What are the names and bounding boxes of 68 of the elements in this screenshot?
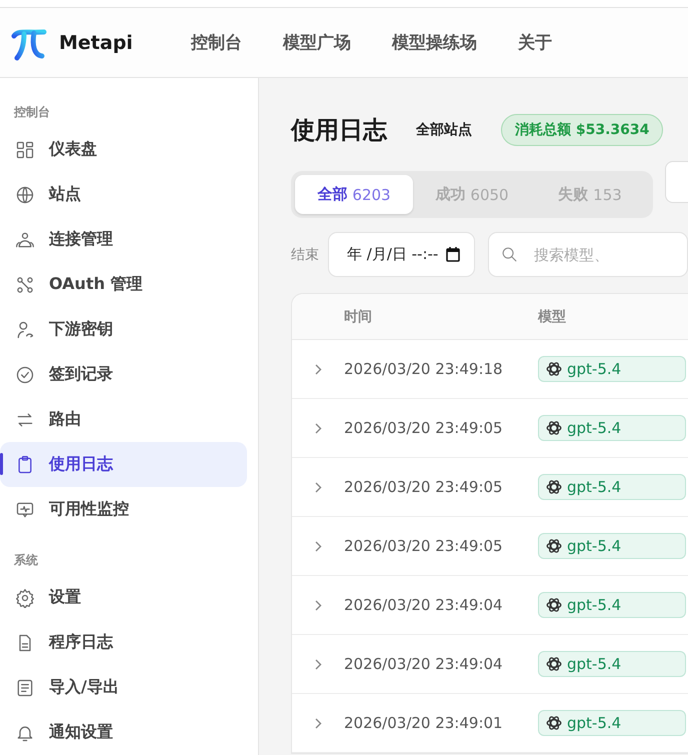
nodes-icon <box>15 274 35 294</box>
flower-logo-icon <box>545 596 563 614</box>
search-field[interactable]: 搜索模型、 <box>488 232 688 277</box>
column-header: 模型 <box>538 308 566 326</box>
check-circle-icon <box>15 364 35 384</box>
chevron-right-icon[interactable] <box>314 364 322 374</box>
sidebar-item[interactable]: 下游密钥 <box>0 307 247 352</box>
model-tag: gpt-5.4 <box>538 356 686 382</box>
chevron-right-icon[interactable] <box>314 658 322 670</box>
section-heading: 控制台 <box>14 104 51 121</box>
sidebar-item[interactable]: 连接管理 <box>0 217 247 262</box>
calendar-icon <box>446 247 460 262</box>
chevron-right-icon[interactable] <box>314 540 322 552</box>
globe-icon <box>15 184 35 204</box>
nav-link[interactable]: 模型广场 <box>282 31 351 54</box>
page-title: 使用日志 <box>291 115 387 146</box>
flower-logo-icon <box>545 478 563 496</box>
model-tag: gpt-5.4 <box>538 533 686 559</box>
date-field[interactable]: 年 /月/日 --:-- <box>328 232 475 277</box>
chevron-right-icon[interactable] <box>314 718 322 728</box>
model-tag: gpt-5.4 <box>538 415 686 441</box>
chevron-right-icon[interactable] <box>314 422 322 434</box>
time-cell-text: 2026/03/20 23:49:05 <box>344 419 504 437</box>
model-tag: gpt-5.4 <box>538 710 686 736</box>
sidebar-item[interactable]: 站点 <box>0 172 247 217</box>
flower-logo-icon <box>545 360 563 378</box>
nav-link[interactable]: 控制台 <box>190 31 242 54</box>
flower-logo-icon <box>545 714 563 732</box>
sidebar-item[interactable]: 设置 <box>0 575 247 620</box>
model-tag: gpt-5.4 <box>538 651 686 677</box>
sidebar-item[interactable]: 路由 <box>0 397 247 442</box>
time-cell-text: 2026/03/20 23:49:05 <box>344 478 504 496</box>
list-icon <box>15 678 35 698</box>
sidebar-item[interactable]: 导入/导出 <box>0 665 247 710</box>
nav-link[interactable]: 模型操练场 <box>392 31 477 54</box>
sidebar-item[interactable]: 签到记录 <box>0 352 247 397</box>
site-filter[interactable]: 全部站点 <box>416 121 472 139</box>
section-heading: 系统 <box>14 552 39 569</box>
monitor-pulse-icon <box>15 500 35 520</box>
sidebar-item[interactable]: 通知设置 <box>0 710 247 755</box>
time-cell-text: 2026/03/20 23:49:18 <box>344 360 504 378</box>
model-tag: gpt-5.4 <box>538 474 686 500</box>
flower-logo-icon <box>545 655 563 673</box>
gear-icon <box>15 588 35 608</box>
status-tab[interactable]: 全部 6203 <box>295 175 413 214</box>
chevron-right-icon[interactable] <box>314 600 322 610</box>
total-cost-badge: 消耗总额 $53.3634 <box>501 114 664 146</box>
brand-name: Metapi <box>59 32 133 54</box>
end-label: 结束 <box>291 246 319 264</box>
search-icon <box>501 246 518 263</box>
time-cell-text: 2026/03/20 23:49:01 <box>344 714 504 732</box>
column-header: 时间 <box>343 308 373 326</box>
grid-icon <box>15 140 35 160</box>
sidebar-item[interactable]: OAuth 管理 <box>0 262 247 307</box>
sidebar-item[interactable]: 可用性监控 <box>0 487 247 532</box>
flower-logo-icon <box>545 419 563 437</box>
sidebar-item[interactable]: 使用日志 <box>0 442 247 487</box>
sidebar-item[interactable]: 程序日志 <box>0 620 247 665</box>
flower-logo-icon <box>545 537 563 555</box>
time-cell-text: 2026/03/20 23:49:05 <box>344 537 504 555</box>
chevron-right-icon[interactable] <box>314 482 322 492</box>
sidebar-item[interactable]: 仪表盘 <box>0 127 247 172</box>
user-arrow-icon <box>15 320 35 340</box>
time-cell-text: 2026/03/20 23:49:04 <box>344 596 504 614</box>
nav-link[interactable]: 关于 <box>518 31 552 54</box>
active-indicator <box>0 453 3 475</box>
model-tag: gpt-5.4 <box>538 592 686 618</box>
time-cell-text: 2026/03/20 23:49:04 <box>344 655 504 673</box>
